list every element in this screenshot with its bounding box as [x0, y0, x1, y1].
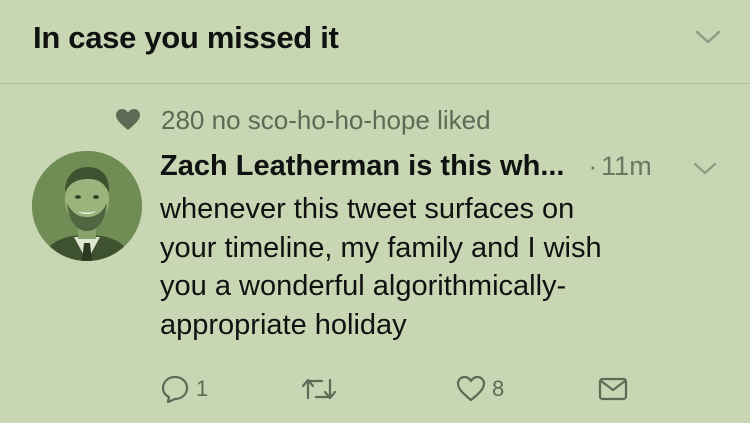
- retweet-icon: [301, 378, 337, 400]
- tweet-header: Zach Leatherman is this wh... · 11m: [160, 146, 652, 186]
- section-title: In case you missed it: [33, 20, 339, 55]
- chevron-down-icon[interactable]: [694, 27, 722, 47]
- reply-count: 1: [196, 376, 209, 401]
- tweet-actions: 1 8: [158, 372, 638, 406]
- envelope-icon: [598, 377, 628, 401]
- social-context-text[interactable]: 280 no sco-ho-ho-hope liked: [161, 105, 491, 136]
- like-heart-icon: [456, 375, 486, 402]
- like-count: 8: [492, 376, 505, 401]
- direct-message-button[interactable]: [598, 372, 628, 406]
- like-button[interactable]: 8: [456, 372, 504, 406]
- avatar[interactable]: [32, 151, 142, 261]
- reply-button[interactable]: 1: [160, 372, 208, 406]
- tweet-text-line: appropriate holiday: [160, 308, 407, 341]
- tweet-text-line: you a wonderful algorithmically-: [160, 270, 567, 302]
- tweet-text-line: whenever this tweet surfaces on: [160, 193, 575, 225]
- meta-separator: ·: [588, 150, 598, 181]
- avatar-photo: [32, 151, 142, 261]
- tweet-text: whenever this tweet surfaces on your tim…: [160, 190, 720, 344]
- reply-icon: [161, 375, 189, 404]
- retweet-button[interactable]: [300, 372, 344, 406]
- heart-icon: [116, 109, 140, 130]
- section-header: In case you missed it: [0, 0, 750, 84]
- author-name[interactable]: Zach Leatherman is this wh...: [160, 150, 565, 183]
- tweet-chevron-down-icon[interactable]: [692, 160, 718, 178]
- tweet-text-line: your timeline, my family and I wish: [160, 231, 602, 264]
- social-context: 280 no sco-ho-ho-hope liked: [115, 104, 491, 136]
- tweet-timestamp[interactable]: 11m: [601, 151, 652, 182]
